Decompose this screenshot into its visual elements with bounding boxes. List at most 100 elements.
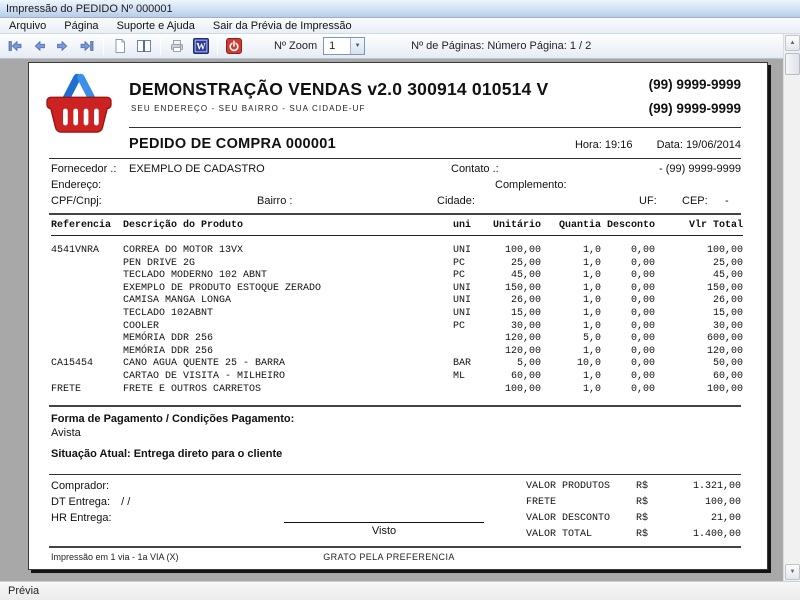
table-cell: 60,00 xyxy=(655,371,743,384)
table-cell: FRETE xyxy=(51,384,123,397)
table-cell: UNI xyxy=(453,283,489,296)
order-datetime: Hora: 19:16 Data: 19/06/2014 xyxy=(575,139,741,151)
table-cell: 100,00 xyxy=(655,384,743,397)
close-preview-button[interactable] xyxy=(223,36,245,57)
next-page-button[interactable] xyxy=(52,36,74,57)
first-page-button[interactable] xyxy=(4,36,26,57)
column-header: Unitário xyxy=(489,219,541,236)
statusbar: Prévia xyxy=(0,581,800,600)
table-cell xyxy=(51,371,123,384)
total-row: VALOR PRODUTOSR$1.321,00 xyxy=(526,480,741,496)
visto-signature-line: Visto xyxy=(284,522,484,537)
table-cell: UNI xyxy=(453,236,489,258)
total-value: 21,00 xyxy=(664,512,741,528)
menu-sair-previa[interactable]: Sair da Prévia de Impressão xyxy=(204,19,361,33)
table-cell: COOLER xyxy=(123,321,453,334)
table-cell: 100,00 xyxy=(655,236,743,258)
contato-label: Contato .: xyxy=(451,163,499,175)
menu-suporte-ajuda[interactable]: Suporte e Ajuda xyxy=(108,19,204,33)
table-cell: 0,00 xyxy=(601,346,655,359)
printer-icon xyxy=(169,38,185,54)
table-cell: 0,00 xyxy=(601,258,655,271)
main-row: W Nº Zoom 1 ▼ Nº de Páginas: Número Pági… xyxy=(0,34,800,581)
column-header: Quantia xyxy=(541,219,601,236)
total-label: VALOR PRODUTOS xyxy=(526,480,636,496)
scroll-thumb[interactable] xyxy=(785,53,800,75)
scroll-up-button[interactable]: ▲ xyxy=(785,35,800,51)
chevron-down-icon[interactable]: ▼ xyxy=(350,38,364,54)
table-cell: 0,00 xyxy=(601,270,655,283)
table-row: FRETEFRETE E OUTROS CARRETOS100,001,00,0… xyxy=(51,384,743,397)
total-label: FRETE xyxy=(526,496,636,512)
fornecedor-label: Fornecedor .: xyxy=(51,163,116,175)
zoom-select[interactable]: 1 ▼ xyxy=(323,37,365,55)
vertical-scrollbar[interactable]: ▲ ▼ xyxy=(783,34,800,581)
zoom-value: 1 xyxy=(324,40,350,52)
menu-arquivo[interactable]: Arquivo xyxy=(0,19,55,33)
table-cell xyxy=(51,333,123,346)
table-cell: PC xyxy=(453,321,489,334)
table-cell: 120,00 xyxy=(489,346,541,359)
divider xyxy=(49,213,741,215)
table-cell: 120,00 xyxy=(655,346,743,359)
table-row: EXEMPLO DE PRODUTO ESTOQUE ZERADOUNI150,… xyxy=(51,283,743,296)
table-row: 4541VNRACORREA DO MOTOR 13VXUNI100,001,0… xyxy=(51,236,743,258)
table-cell: 120,00 xyxy=(489,333,541,346)
table-cell: PEN DRIVE 2G xyxy=(123,258,453,271)
bairro-label: Bairro : xyxy=(257,195,292,207)
table-cell: 0,00 xyxy=(601,283,655,296)
items-tbody: 4541VNRACORREA DO MOTOR 13VXUNI100,001,0… xyxy=(51,236,743,397)
table-cell xyxy=(453,333,489,346)
preview-area: DEMONSTRAÇÃO VENDAS v2.0 300914 010514 V… xyxy=(0,59,783,581)
column-header: Referencia xyxy=(51,219,123,236)
status-text: Prévia xyxy=(8,585,39,597)
table-cell: CARTAO DE VISITA - MILHEIRO xyxy=(123,371,453,384)
payment-value: Avista xyxy=(51,427,81,439)
table-cell xyxy=(51,270,123,283)
dt-entrega-label: DT Entrega: xyxy=(51,496,110,508)
total-value: 1.400,00 xyxy=(664,528,741,544)
table-cell: 1,0 xyxy=(541,236,601,258)
table-cell: 45,00 xyxy=(655,270,743,283)
company-address: SEU ENDEREÇO - SEU BAIRRO - SUA CIDADE-U… xyxy=(131,104,365,113)
two-page-icon xyxy=(136,38,152,54)
export-word-button[interactable]: W xyxy=(190,36,212,57)
endereco-label: Endereço: xyxy=(51,179,101,191)
table-row: PEN DRIVE 2GPC25,001,00,0025,00 xyxy=(51,258,743,271)
table-cell: 1,0 xyxy=(541,295,601,308)
table-cell xyxy=(51,283,123,296)
table-cell: BAR xyxy=(453,358,489,371)
print-footer-center: GRATO PELA PREFERENCIA xyxy=(289,552,489,562)
scroll-down-button[interactable]: ▼ xyxy=(785,564,800,580)
table-cell: UNI xyxy=(453,295,489,308)
table-cell: 26,00 xyxy=(489,295,541,308)
table-cell: CAMISA MANGA LONGA xyxy=(123,295,453,308)
table-cell: 50,00 xyxy=(655,358,743,371)
table-cell: MEMÓRIA DDR 256 xyxy=(123,333,453,346)
table-cell: 0,00 xyxy=(601,384,655,397)
previous-page-button[interactable] xyxy=(28,36,50,57)
menu-pagina[interactable]: Página xyxy=(55,19,107,33)
first-page-icon xyxy=(7,38,23,54)
table-cell: 60,00 xyxy=(489,371,541,384)
column-header: Desconto xyxy=(601,219,655,236)
last-page-button[interactable] xyxy=(76,36,98,57)
table-row: TECLADO MODERNO 102 ABNTPC45,001,00,0045… xyxy=(51,270,743,283)
print-button[interactable] xyxy=(166,36,188,57)
two-page-view-button[interactable] xyxy=(133,36,155,57)
main-column: W Nº Zoom 1 ▼ Nº de Páginas: Número Pági… xyxy=(0,34,783,581)
table-cell: 1,0 xyxy=(541,283,601,296)
payment-label: Forma de Pagamento / Condições Pagamento… xyxy=(51,413,294,425)
total-row: FRETER$100,00 xyxy=(526,496,741,512)
situation-text: Situação Atual: Entrega direto para o cl… xyxy=(51,448,282,460)
table-cell: ML xyxy=(453,371,489,384)
date-value: 19/06/2014 xyxy=(686,139,741,151)
table-cell xyxy=(51,258,123,271)
table-cell: PC xyxy=(453,270,489,283)
table-cell: 1,0 xyxy=(541,308,601,321)
table-cell: 4541VNRA xyxy=(51,236,123,258)
single-page-view-button[interactable] xyxy=(109,36,131,57)
company-phone-2: (99) 9999-9999 xyxy=(649,101,741,116)
toolbar-separator xyxy=(217,37,218,55)
divider xyxy=(49,158,741,159)
